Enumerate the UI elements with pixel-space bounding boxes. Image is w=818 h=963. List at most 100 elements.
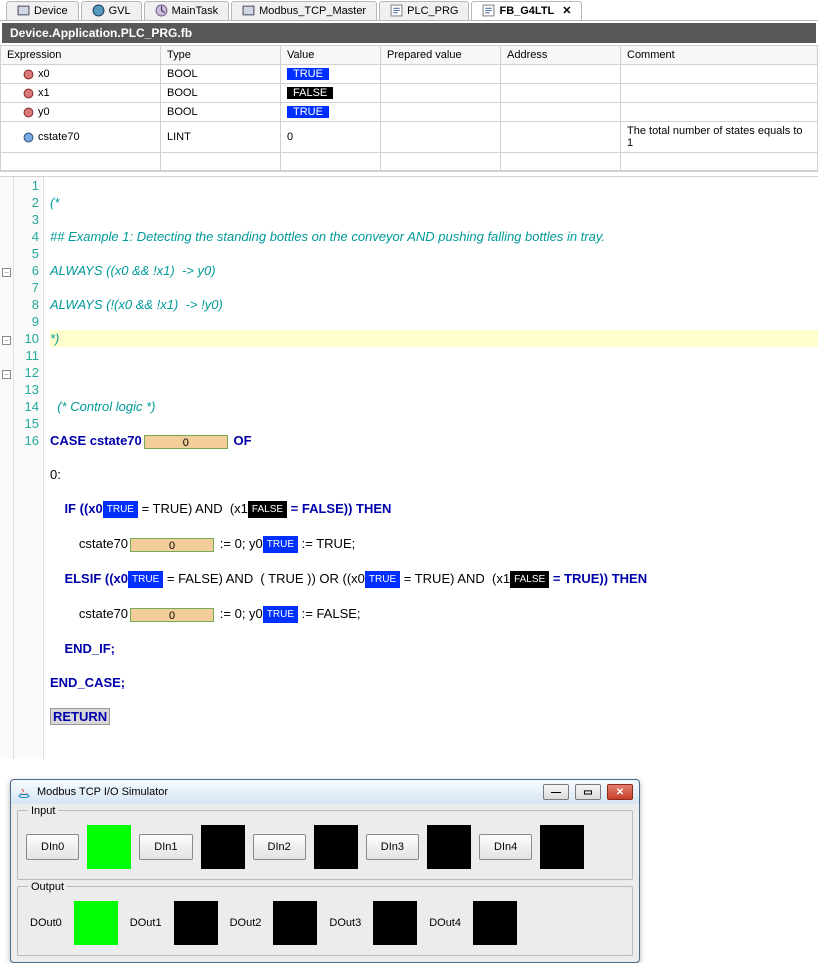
fold-toggle-icon[interactable]: − [2,268,11,277]
col-prepared[interactable]: Prepared value [381,46,501,65]
tab-plcprg[interactable]: PLC_PRG [379,1,469,20]
simulator-titlebar[interactable]: Modbus TCP I/O Simulator — ▭ ✕ [11,780,639,804]
dout1-led [174,901,218,945]
variable-grid: Expression Type Value Prepared value Add… [0,45,818,171]
tab-gvl[interactable]: GVL [81,1,142,20]
code-text: := 0; y0 [216,606,263,621]
din2-button[interactable]: DIn2 [253,834,306,860]
dout3-label: DOut3 [325,917,365,929]
code-editor[interactable]: − − − 12345678 910111213141516 (* ## Exa… [0,177,818,759]
fold-toggle-icon[interactable]: − [2,370,11,379]
minimize-button[interactable]: — [543,784,569,800]
dout0-label: DOut0 [26,917,66,929]
din0-button[interactable]: DIn0 [26,834,79,860]
var-row[interactable]: x1 BOOL FALSE [1,84,818,103]
tab-device[interactable]: Device [6,1,79,20]
code-text: END_IF; [50,641,115,656]
device-icon [17,4,30,17]
var-name: cstate70 [38,131,80,143]
din1-led [201,825,245,869]
code-text: = TRUE)) THEN [549,571,647,586]
prg-icon [390,4,403,17]
var-value[interactable]: FALSE [287,87,333,99]
code-text: cstate70 [50,606,128,621]
code-text: IF ((x0 [50,501,103,516]
simulator-window: Modbus TCP I/O Simulator — ▭ ✕ Input DIn… [10,779,640,963]
var-name: y0 [38,106,50,118]
tab-strip: Device GVL MainTask Modbus_TCP_Master PL… [0,0,818,21]
din4-button[interactable]: DIn4 [479,834,532,860]
inline-value: TRUE [263,606,298,623]
code-text: := TRUE; [298,536,355,551]
breadcrumb-bar: Device.Application.PLC_PRG.fb [0,21,818,45]
var-icon [23,69,34,80]
var-value[interactable]: 0 [281,122,381,153]
din1-button[interactable]: DIn1 [139,834,192,860]
code-text: := 0; y0 [216,536,263,551]
code-text: cstate70 [50,536,128,551]
code-text: 0: [50,467,61,482]
var-row[interactable]: y0 BOOL TRUE [1,103,818,122]
code-text: END_CASE; [50,675,125,690]
fold-toggle-icon[interactable]: − [2,336,11,345]
din3-button[interactable]: DIn3 [366,834,419,860]
tab-label: Device [34,5,68,17]
tab-fbg4ltl[interactable]: FB_G4LTL ✕ [471,1,582,20]
col-type[interactable]: Type [161,46,281,65]
var-row[interactable]: x0 BOOL TRUE [1,65,818,84]
col-comment[interactable]: Comment [621,46,818,65]
col-address[interactable]: Address [501,46,621,65]
task-icon [155,4,168,17]
var-icon [23,132,34,143]
code-text: = TRUE) AND (x1 [400,571,510,586]
code-text: ## Example 1: Detecting the standing bot… [50,229,605,244]
var-icon [23,107,34,118]
java-icon [17,785,31,799]
dout2-led [273,901,317,945]
code-text: CASE cstate70 [50,433,142,448]
fold-gutter[interactable]: − − − [0,177,14,759]
globe-icon [92,4,105,17]
tab-label: Modbus_TCP_Master [259,5,366,17]
group-title: Input [28,805,58,817]
dout1-label: DOut1 [126,917,166,929]
var-comment [621,84,818,103]
din3-led [427,825,471,869]
tab-label: MainTask [172,5,218,17]
code-text: = FALSE)) THEN [287,501,391,516]
prg-icon [482,4,495,17]
inline-value: TRUE [103,501,138,518]
inline-value: TRUE [128,571,163,588]
tab-label: FB_G4LTL [499,5,554,17]
code-area[interactable]: (* ## Example 1: Detecting the standing … [44,177,818,759]
din0-led [87,825,131,869]
dout4-led [473,901,517,945]
maximize-button[interactable]: ▭ [575,784,601,800]
inline-value[interactable]: 0 [130,608,214,622]
var-row[interactable]: cstate70 LINT 0 The total number of stat… [1,122,818,153]
tab-modbus[interactable]: Modbus_TCP_Master [231,1,377,20]
var-type: BOOL [161,65,281,84]
close-icon[interactable]: ✕ [562,4,571,17]
code-text: (* [50,195,59,210]
breadcrumb: Device.Application.PLC_PRG.fb [2,23,816,43]
tab-maintask[interactable]: MainTask [144,1,229,20]
var-value[interactable]: TRUE [287,68,329,80]
inline-value: TRUE [365,571,400,588]
var-type: BOOL [161,84,281,103]
var-comment: The total number of states equals to 1 [621,122,818,153]
col-expression[interactable]: Expression [1,46,161,65]
dout4-label: DOut4 [425,917,465,929]
var-value[interactable]: TRUE [287,106,329,118]
code-text: *) [50,331,59,346]
var-name: x1 [38,87,50,99]
code-text: := FALSE; [298,606,361,621]
col-value[interactable]: Value [281,46,381,65]
var-type: BOOL [161,103,281,122]
inline-value[interactable]: 0 [130,538,214,552]
inline-value[interactable]: 0 [144,435,228,449]
return-marker: RETURN [50,708,110,725]
var-icon [23,88,34,99]
close-button[interactable]: ✕ [607,784,633,800]
var-type: LINT [161,122,281,153]
